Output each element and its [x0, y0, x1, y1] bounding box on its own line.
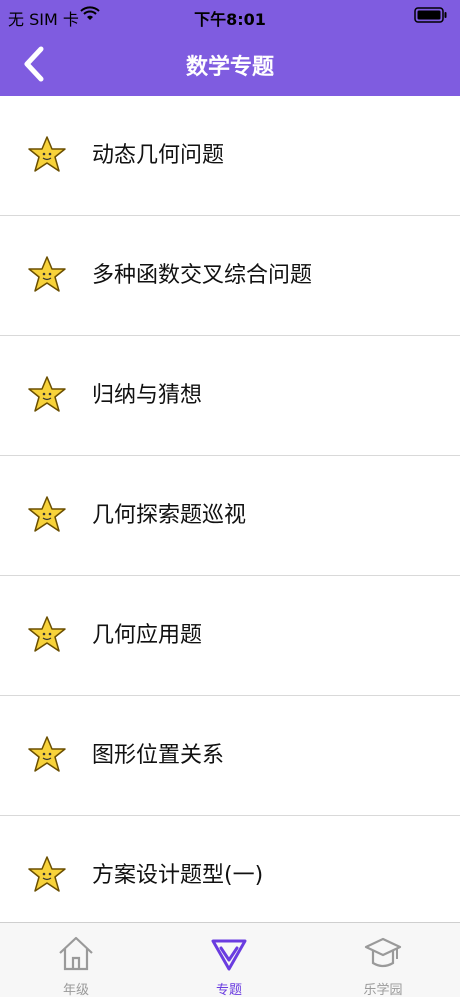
topic-row[interactable]: 动态几何问题 — [0, 96, 460, 216]
star-icon — [28, 616, 66, 652]
navigation-bar: 数学专题 — [0, 32, 460, 96]
star-icon — [28, 736, 66, 772]
topic-row[interactable]: 几何应用题 — [0, 576, 460, 696]
page-title: 数学专题 — [185, 55, 274, 80]
star-icon — [28, 376, 66, 412]
topic-row[interactable]: 几何探索题巡视 — [0, 456, 460, 576]
tab-topics[interactable]: 专题 — [189, 927, 269, 998]
topic-row[interactable]: 方案设计题型(一) — [0, 816, 460, 922]
topic-label: 归纳与猜想 — [92, 383, 203, 408]
topic-label: 几何探索题巡视 — [92, 503, 247, 528]
topic-list: 动态几何问题 多种函数交叉综合问题 归纳与猜想 几何探索题巡视 几何应用题 图形… — [0, 96, 460, 922]
tab-label: 专题 — [215, 983, 242, 998]
topic-label: 几何应用题 — [92, 623, 203, 648]
tab-label: 年级 — [62, 983, 89, 998]
topic-label: 方案设计题型(一) — [92, 863, 264, 888]
topic-label: 图形位置关系 — [92, 743, 225, 768]
topic-label: 动态几何问题 — [92, 143, 225, 168]
battery-icon — [414, 7, 447, 23]
graduation-cap-icon — [364, 937, 402, 968]
topic-row[interactable]: 多种函数交叉综合问题 — [0, 216, 460, 336]
house-icon — [59, 936, 93, 971]
star-icon — [28, 136, 66, 172]
header-bar: 无 SIM 卡 下午8:01 数学专题 — [0, 0, 460, 96]
tab-grade[interactable]: 年级 — [36, 927, 116, 998]
star-icon — [28, 856, 66, 892]
tab-learning-garden[interactable]: 乐学园 — [343, 927, 423, 998]
topic-row[interactable]: 归纳与猜想 — [0, 336, 460, 456]
tab-label: 乐学园 — [363, 983, 403, 998]
status-bar: 无 SIM 卡 下午8:01 — [0, 0, 460, 32]
status-time: 下午8:01 — [194, 10, 266, 29]
star-icon — [28, 496, 66, 532]
star-icon — [28, 256, 66, 292]
topic-v-icon — [211, 939, 247, 971]
topic-row[interactable]: 图形位置关系 — [0, 696, 460, 816]
topic-label: 多种函数交叉综合问题 — [92, 263, 313, 288]
tab-bar: 年级 专题 乐学园 — [0, 922, 460, 998]
